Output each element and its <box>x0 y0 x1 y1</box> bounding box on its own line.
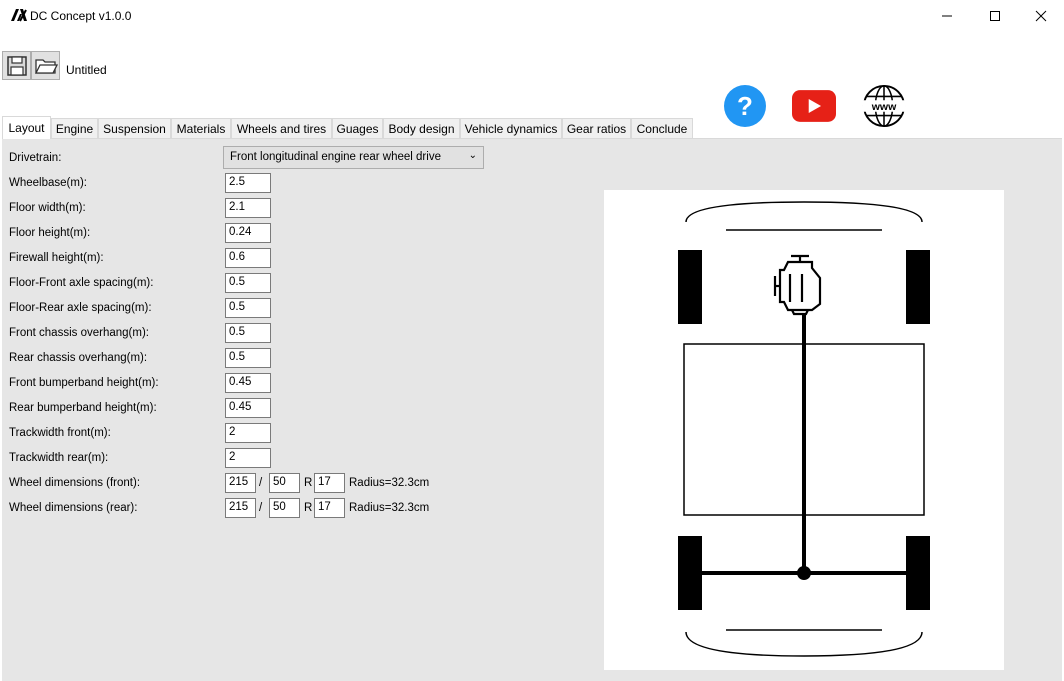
wheel-rear-rim-input[interactable]: 17 <box>314 498 345 518</box>
front-overhang-label: Front chassis overhang(m): <box>9 327 149 339</box>
tab-body-design[interactable]: Body design <box>383 118 460 138</box>
wheel-front-r-label: R <box>304 477 313 489</box>
maximize-icon <box>990 11 1000 21</box>
rear-overhang-input[interactable]: 0.5 <box>225 348 271 368</box>
tab-conclude[interactable]: Conclude <box>631 118 693 138</box>
front-overhang-input[interactable]: 0.5 <box>225 323 271 343</box>
wheel-rear-label: Wheel dimensions (rear): <box>9 502 138 514</box>
youtube-button[interactable] <box>792 84 836 128</box>
firewall-height-label: Firewall height(m): <box>9 252 104 264</box>
wheel-front-aspect-input[interactable]: 50 <box>269 473 300 493</box>
save-icon <box>6 55 27 76</box>
document-name: Untitled <box>66 63 107 77</box>
svg-text:www: www <box>871 101 897 113</box>
wheel-rear-width-input[interactable]: 215 <box>225 498 256 518</box>
tab-suspension[interactable]: Suspension <box>98 118 171 138</box>
tab-wheels-and-tires[interactable]: Wheels and tires <box>231 118 332 138</box>
floor-height-input[interactable]: 0.24 <box>225 223 271 243</box>
floor-front-axle-input[interactable]: 0.5 <box>225 273 271 293</box>
drivetrain-value: Front longitudinal engine rear wheel dri… <box>230 151 441 163</box>
close-button[interactable] <box>1018 0 1064 32</box>
floor-width-label: Floor width(m): <box>9 202 86 214</box>
wheel-rear-radius: Radius=32.3cm <box>349 502 430 514</box>
folder-open-icon <box>34 58 58 74</box>
minimize-icon <box>942 15 952 17</box>
wheelbase-label: Wheelbase(m): <box>9 177 87 189</box>
floor-front-axle-label: Floor-Front axle spacing(m): <box>9 277 154 289</box>
youtube-icon <box>792 90 836 122</box>
tab-engine[interactable]: Engine <box>51 118 98 138</box>
tab-guages[interactable]: Guages <box>332 118 383 138</box>
rear-left-wheel <box>678 536 702 610</box>
help-button[interactable]: ? <box>723 84 767 128</box>
wheel-front-label: Wheel dimensions (front): <box>9 477 141 489</box>
rear-overhang-label: Rear chassis overhang(m): <box>9 352 148 364</box>
drivetrain-label: Drivetrain: <box>9 152 62 164</box>
tab-gear-ratios[interactable]: Gear ratios <box>562 118 631 138</box>
front-left-wheel <box>678 250 702 324</box>
front-right-wheel <box>906 250 930 324</box>
website-button[interactable]: www <box>862 84 906 128</box>
wheel-rear-r-label: R <box>304 502 313 514</box>
trackwidth-rear-input[interactable]: 2 <box>225 448 271 468</box>
tab-vehicle-dynamics[interactable]: Vehicle dynamics <box>460 118 562 138</box>
trackwidth-front-input[interactable]: 2 <box>225 423 271 443</box>
rear-right-wheel <box>906 536 930 610</box>
front-bumper-outline <box>685 201 923 223</box>
tab-materials[interactable]: Materials <box>171 118 231 138</box>
floor-rear-axle-input[interactable]: 0.5 <box>225 298 271 318</box>
rear-bumperband-label: Rear bumperband height(m): <box>9 402 157 414</box>
help-icon: ? <box>724 85 766 127</box>
floor-height-label: Floor height(m): <box>9 227 91 239</box>
tab-layout[interactable]: Layout <box>2 116 51 139</box>
wheel-rear-slash: / <box>259 502 263 514</box>
app-logo-icon <box>11 9 27 22</box>
maximize-button[interactable] <box>972 0 1018 32</box>
chevron-down-icon: ⌄ <box>468 150 477 161</box>
title-bar: DC Concept v1.0.0 <box>0 0 1064 32</box>
wheel-front-rim-input[interactable]: 17 <box>314 473 345 493</box>
save-button[interactable] <box>2 51 31 80</box>
wheel-rear-aspect-input[interactable]: 50 <box>269 498 300 518</box>
drivetrain-select[interactable]: Front longitudinal engine rear wheel dri… <box>223 146 484 169</box>
front-bumperband-input[interactable]: 0.45 <box>225 373 271 393</box>
minimize-button[interactable] <box>924 0 970 32</box>
differential-dot <box>797 566 811 580</box>
front-bumperband-label: Front bumperband height(m): <box>9 377 159 389</box>
rear-bumper-outline <box>685 631 923 657</box>
svg-text:?: ? <box>737 91 753 121</box>
wheel-front-width-input[interactable]: 215 <box>225 473 256 493</box>
floor-width-input[interactable]: 2.1 <box>225 198 271 218</box>
firewall-height-input[interactable]: 0.6 <box>225 248 271 268</box>
trackwidth-front-label: Trackwidth front(m): <box>9 427 111 439</box>
chassis-layout-diagram <box>604 190 1004 670</box>
rear-bumperband-input[interactable]: 0.45 <box>225 398 271 418</box>
close-icon <box>1035 10 1047 22</box>
window-title: DC Concept v1.0.0 <box>30 9 132 23</box>
floor-rear-axle-label: Floor-Rear axle spacing(m): <box>9 302 152 314</box>
globe-www-icon: www <box>862 84 906 128</box>
engine-icon <box>773 254 822 316</box>
wheel-front-radius: Radius=32.3cm <box>349 477 430 489</box>
wheelbase-input[interactable]: 2.5 <box>225 173 271 193</box>
wheel-front-slash: / <box>259 477 263 489</box>
open-button[interactable] <box>31 51 60 80</box>
chassis-diagram-svg <box>678 201 930 657</box>
trackwidth-rear-label: Trackwidth rear(m): <box>9 452 109 464</box>
